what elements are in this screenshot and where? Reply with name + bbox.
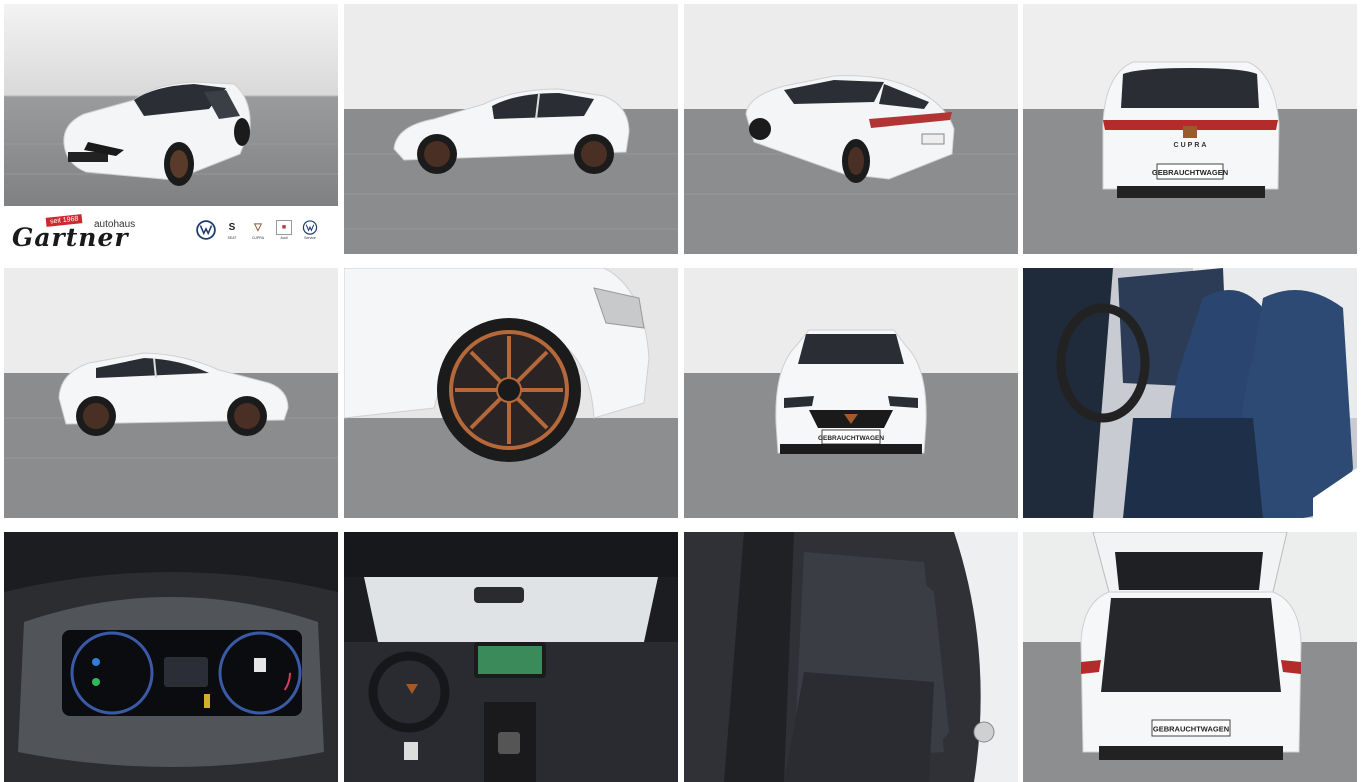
rear-badge: CUPRA (1174, 142, 1209, 149)
photo-instrument-cluster[interactable] (4, 532, 338, 782)
photo-rear[interactable]: CUPRA GEBRAUCHTWAGEN (1023, 4, 1357, 254)
dealer-logo-bar: seit 1968 autohaus Gartner S SEAT ▽ CUPR… (4, 206, 338, 254)
photo-front-three-quarter[interactable]: seit 1968 autohaus Gartner S SEAT ▽ CUPR… (4, 4, 338, 254)
car-rear-image: CUPRA GEBRAUCHTWAGEN (1023, 4, 1357, 254)
photo-wheel[interactable] (344, 268, 678, 518)
trunk-plate-text: GEBRAUCHTWAGEN (1153, 725, 1229, 734)
front-seats-image (1023, 268, 1357, 518)
photo-front-seats[interactable] (1023, 268, 1357, 518)
dashboard-image (344, 532, 678, 782)
vw-service-logo-icon: Service (300, 220, 320, 240)
car-front-image: GEBRAUCHTWAGEN (684, 268, 1018, 518)
car-side-left-image (344, 4, 678, 254)
wheel-closeup-image (344, 268, 678, 518)
car-rear-three-quarter-image (684, 4, 1018, 254)
instrument-cluster-image (4, 532, 338, 782)
rear-seats-image (684, 532, 1018, 782)
photo-dashboard[interactable] (344, 532, 678, 782)
photo-rear-seats[interactable] (684, 532, 1018, 782)
open-trunk-image: GEBRAUCHTWAGEN (1023, 532, 1357, 782)
brand-logos: S SEAT ▽ CUPRA ■ Audi Service (196, 220, 320, 240)
photo-gallery: seit 1968 autohaus Gartner S SEAT ▽ CUPR… (0, 0, 1365, 782)
photo-side-right[interactable] (4, 268, 338, 518)
photo-rear-three-quarter[interactable] (684, 4, 1018, 254)
car-side-right-image (4, 268, 338, 518)
photo-side-left[interactable] (344, 4, 678, 254)
photo-front[interactable]: GEBRAUCHTWAGEN (684, 268, 1018, 518)
front-plate-text: GEBRAUCHTWAGEN (818, 435, 884, 442)
rear-plate-text: GEBRAUCHTWAGEN (1152, 168, 1228, 177)
photo-trunk[interactable]: GEBRAUCHTWAGEN (1023, 532, 1357, 782)
